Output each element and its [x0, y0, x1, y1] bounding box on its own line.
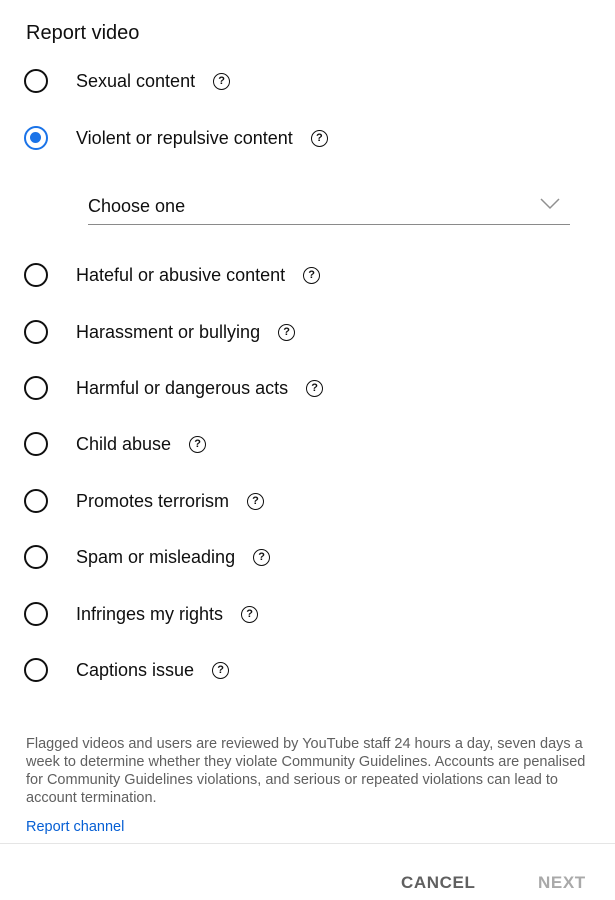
radio-button[interactable]	[24, 376, 48, 400]
radio-button[interactable]	[24, 545, 48, 569]
chevron-down-icon	[540, 198, 560, 210]
option-label: Violent or repulsive content	[76, 128, 293, 148]
cancel-button[interactable]: CANCEL	[401, 870, 475, 896]
next-button[interactable]: NEXT	[538, 870, 586, 896]
help-circle-icon[interactable]: ?	[247, 492, 265, 510]
option-harmful-acts[interactable]: Harmful or dangerous acts ?	[24, 372, 324, 404]
radio-button[interactable]	[24, 489, 48, 513]
option-violent-content[interactable]: Violent or repulsive content ?	[24, 122, 328, 154]
radio-button[interactable]	[24, 126, 48, 150]
help-circle-icon[interactable]: ?	[253, 548, 271, 566]
dialog-title: Report video	[26, 22, 140, 44]
option-sexual-content[interactable]: Sexual content ?	[24, 65, 231, 97]
help-circle-icon[interactable]: ?	[278, 323, 296, 341]
option-label: Spam or misleading	[76, 547, 236, 567]
option-label: Captions issue	[76, 660, 195, 680]
help-circle-icon[interactable]: ?	[310, 129, 328, 147]
report-channel-link[interactable]: Report channel	[26, 818, 124, 836]
help-circle-icon[interactable]: ?	[212, 661, 230, 679]
option-label: Child abuse	[76, 434, 172, 454]
radio-button[interactable]	[24, 263, 48, 287]
radio-button[interactable]	[24, 69, 48, 93]
option-infringes-rights[interactable]: Infringes my rights ?	[24, 598, 259, 630]
help-circle-icon[interactable]: ?	[303, 266, 321, 284]
review-info-text: Flagged videos and users are reviewed by…	[26, 736, 586, 806]
option-label: Infringes my rights	[76, 604, 224, 624]
help-circle-icon[interactable]: ?	[241, 605, 259, 623]
dropdown-value: Choose one	[88, 196, 186, 216]
option-harassment[interactable]: Harassment or bullying ?	[24, 316, 296, 348]
option-label: Harassment or bullying	[76, 322, 261, 342]
radio-button[interactable]	[24, 602, 48, 626]
help-circle-icon[interactable]: ?	[213, 72, 231, 90]
option-spam[interactable]: Spam or misleading ?	[24, 541, 271, 573]
option-label: Sexual content	[76, 71, 196, 91]
radio-button[interactable]	[24, 432, 48, 456]
option-child-abuse[interactable]: Child abuse ?	[24, 428, 207, 460]
radio-button[interactable]	[24, 320, 48, 344]
radio-button[interactable]	[24, 658, 48, 682]
option-promotes-terrorism[interactable]: Promotes terrorism ?	[24, 485, 265, 517]
footer-divider	[0, 843, 615, 844]
subcategory-dropdown[interactable]: Choose one	[88, 190, 570, 225]
option-label: Hateful or abusive content	[76, 265, 286, 285]
option-label: Promotes terrorism	[76, 491, 230, 511]
option-captions-issue[interactable]: Captions issue ?	[24, 654, 230, 686]
option-hateful-content[interactable]: Hateful or abusive content ?	[24, 259, 321, 291]
option-label: Harmful or dangerous acts	[76, 378, 289, 398]
help-circle-icon[interactable]: ?	[306, 379, 324, 397]
help-circle-icon[interactable]: ?	[189, 435, 207, 453]
report-video-dialog: Report video Sexual content ? Violent or…	[0, 0, 615, 900]
